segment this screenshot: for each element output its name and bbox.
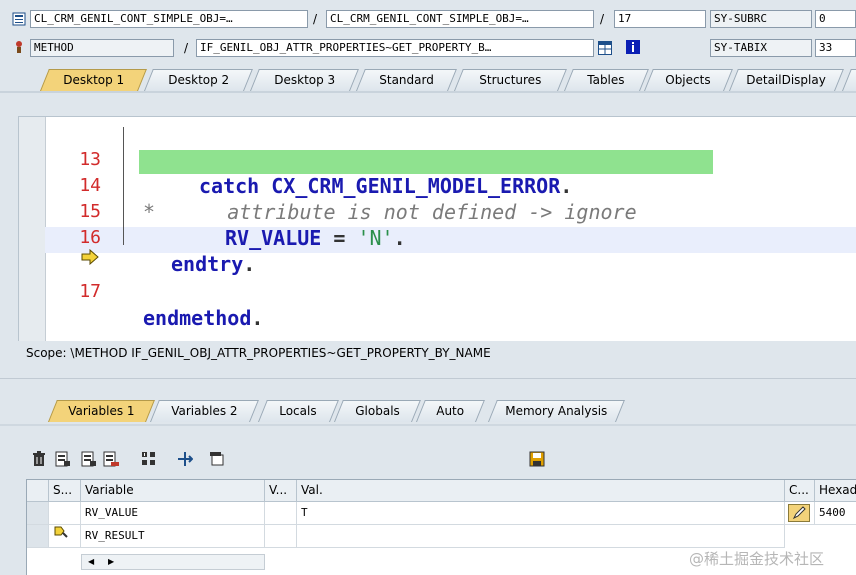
value-cell: [297, 525, 785, 548]
column-header-variable[interactable]: Variable: [81, 480, 265, 502]
tab-memory-analysis[interactable]: Memory Analysis: [488, 400, 625, 422]
tab-more[interactable]: [842, 69, 856, 91]
horizontal-scrollbar[interactable]: ◀ ▶: [81, 554, 265, 570]
row-selector[interactable]: [27, 502, 49, 525]
v-cell: [265, 525, 297, 548]
change-cell[interactable]: [785, 502, 815, 525]
navigate-icon[interactable]: [176, 451, 194, 469]
sy-subrc-label: SY-SUBRC: [710, 10, 812, 28]
v-cell: [265, 502, 297, 525]
tab-locals[interactable]: Locals: [258, 400, 339, 422]
tab-structures[interactable]: Structures: [454, 69, 567, 91]
column-header-v[interactable]: V...: [265, 480, 297, 502]
delete-row-icon[interactable]: [102, 451, 120, 469]
column-header-status[interactable]: S...: [49, 480, 81, 502]
path-separator: /: [600, 12, 605, 26]
column-header-value[interactable]: Val.: [297, 480, 785, 502]
sy-tabix-value: 33: [815, 39, 856, 57]
save-icon[interactable]: [528, 451, 546, 469]
table-corner: [27, 480, 49, 502]
status-cell: [49, 525, 81, 548]
tab-desktop-1[interactable]: Desktop 1: [40, 69, 147, 91]
delete-icon[interactable]: [30, 451, 48, 469]
code-line: 17 endmethod.: [19, 227, 856, 330]
tab-globals[interactable]: Globals: [334, 400, 421, 422]
tab-tables[interactable]: Tables: [564, 69, 649, 91]
code-line: 15 RV_VALUE = 'N'.: [79, 201, 406, 250]
edit-pencil-icon[interactable]: [788, 504, 810, 522]
line-number-field[interactable]: 17: [614, 10, 706, 28]
hex-cell: 5400: [815, 502, 856, 525]
tab-desktop-2[interactable]: Desktop 2: [144, 69, 253, 91]
append-row-icon[interactable]: [80, 451, 98, 469]
tab-auto[interactable]: Auto: [416, 400, 485, 422]
insert-row-icon[interactable]: [54, 451, 72, 469]
tab-variables-1[interactable]: Variables 1: [48, 400, 155, 422]
watermark: @稀土掘金技术社区: [689, 550, 825, 568]
tab-desktop-3[interactable]: Desktop 3: [250, 69, 359, 91]
reference-icon: [53, 526, 69, 542]
desktop-tab-strip: Desktop 1 Desktop 2 Desktop 3 Standard S…: [0, 65, 856, 93]
divider: [0, 378, 856, 379]
tab-strip-baseline: [0, 424, 856, 426]
variable-cell[interactable]: RV_RESULT: [81, 525, 265, 548]
info-icon[interactable]: [626, 40, 640, 54]
variables-tab-strip: Variables 1 Variables 2 Locals Globals A…: [0, 396, 856, 424]
source-code-editor[interactable]: 13 catch CX_CRM_GENIL_MODEL_ERROR. 14 * …: [18, 116, 856, 341]
variable-cell[interactable]: RV_VALUE: [81, 502, 265, 525]
code-line: 16 endtry.: [79, 227, 256, 276]
sort-icon[interactable]: [140, 451, 158, 469]
tab-strip-baseline: [0, 91, 856, 93]
include-field[interactable]: CL_CRM_GENIL_CONT_SIMPLE_OBJ=…: [326, 10, 594, 28]
scroll-left-icon[interactable]: ◀: [88, 557, 94, 566]
sy-tabix-label: SY-TABIX: [710, 39, 812, 57]
method-icon: [12, 40, 26, 54]
method-name-field[interactable]: IF_GENIL_OBJ_ATTR_PROPERTIES~GET_PROPERT…: [196, 39, 594, 57]
tab-detail-display[interactable]: DetailDisplay: [729, 69, 844, 91]
tab-standard[interactable]: Standard: [356, 69, 457, 91]
path-separator: /: [313, 12, 318, 26]
column-header-hexadecimal[interactable]: Hexadecimal: [815, 480, 856, 502]
scope-text: Scope: \METHOD IF_GENIL_OBJ_ATTR_PROPERT…: [26, 346, 491, 360]
row-selector[interactable]: [27, 525, 49, 548]
code-line: 13 catch CX_CRM_GENIL_MODEL_ERROR.: [79, 149, 573, 198]
table-display-icon[interactable]: [598, 41, 612, 55]
path-separator: /: [184, 41, 189, 55]
tab-variables-2[interactable]: Variables 2: [150, 400, 259, 422]
event-type-field: METHOD: [30, 39, 174, 57]
sy-subrc-value: 0: [815, 10, 856, 28]
code-line: 14 * attribute is not defined -> ignore: [79, 175, 637, 224]
tab-objects[interactable]: Objects: [644, 69, 733, 91]
program-field[interactable]: CL_CRM_GENIL_CONT_SIMPLE_OBJ=…: [30, 10, 308, 28]
column-header-change[interactable]: C...: [785, 480, 815, 502]
program-icon: [12, 12, 26, 26]
layout-icon[interactable]: [208, 451, 226, 469]
value-cell: T: [297, 502, 785, 525]
scroll-right-icon[interactable]: ▶: [108, 557, 114, 566]
status-cell: [49, 502, 81, 525]
